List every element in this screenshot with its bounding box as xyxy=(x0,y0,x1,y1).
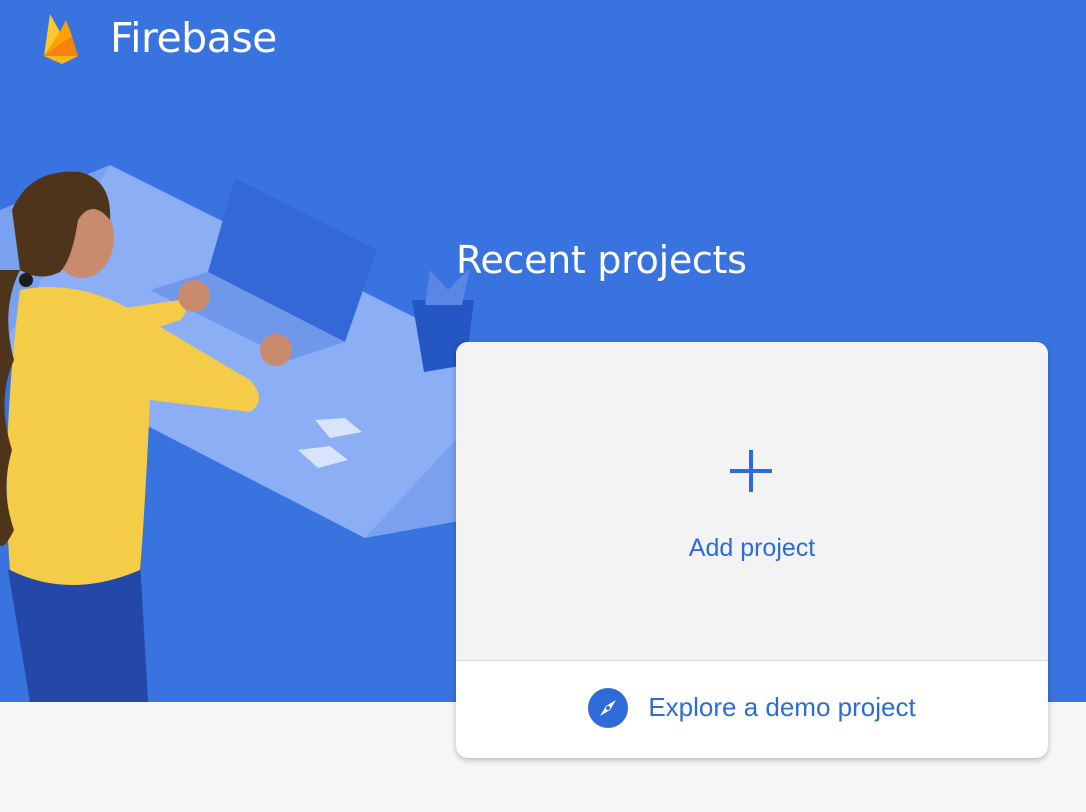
compass-icon xyxy=(588,687,629,728)
explore-demo-project-button[interactable]: Explore a demo project xyxy=(456,661,1048,758)
plus-icon xyxy=(730,450,772,492)
top-bar: Firebase xyxy=(40,8,277,68)
firebase-flame-icon xyxy=(44,14,78,64)
project-card: Add project Explore a demo project xyxy=(456,342,1048,758)
explore-demo-label: Explore a demo project xyxy=(648,692,916,722)
developer-illustration xyxy=(0,165,520,702)
add-project-label: Add project xyxy=(688,534,816,562)
add-project-button[interactable]: Add project xyxy=(456,342,1048,661)
recent-projects-title: Recent projects xyxy=(456,238,747,282)
brand-name: Firebase xyxy=(110,14,277,62)
